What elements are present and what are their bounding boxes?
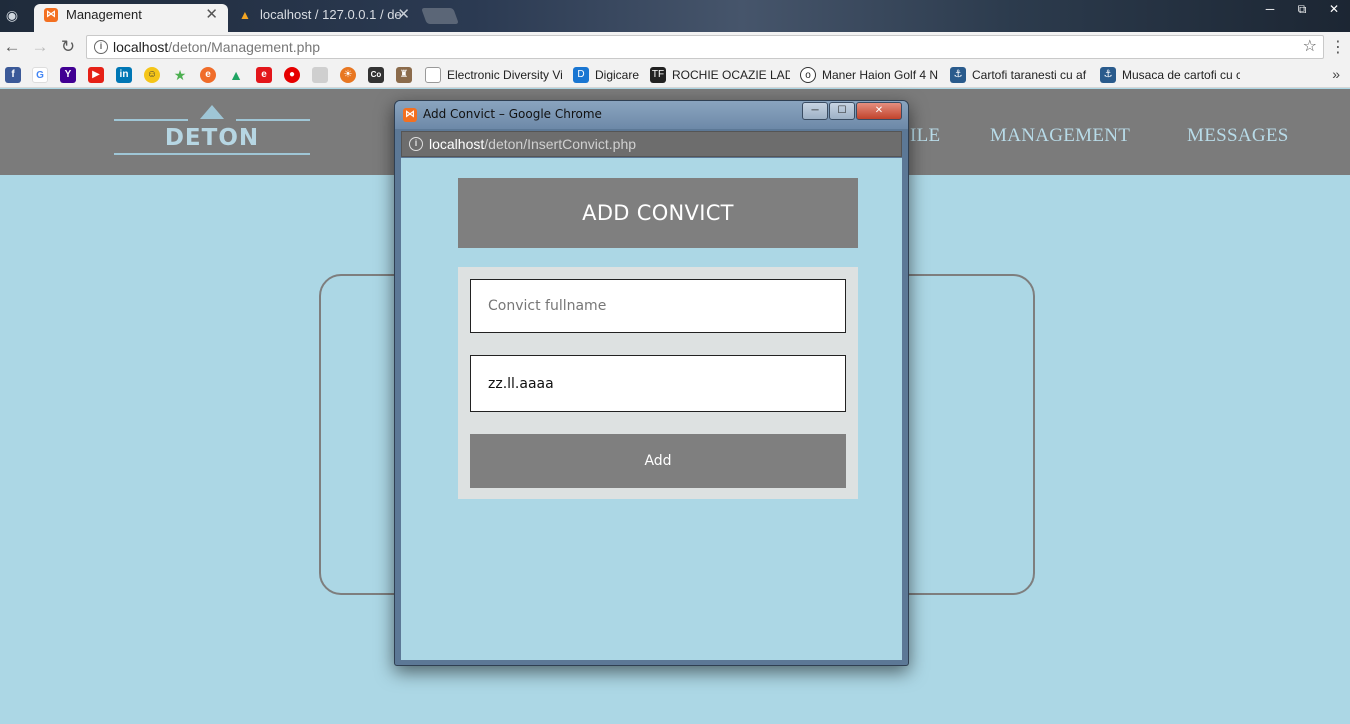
- phpmyadmin-icon: ▲: [239, 8, 251, 22]
- logo-line: [236, 119, 310, 121]
- convict-fullname-input[interactable]: [470, 279, 846, 333]
- new-tab-button[interactable]: [421, 8, 459, 24]
- sun-icon[interactable]: ☀: [340, 67, 356, 83]
- close-icon[interactable]: ✕: [205, 4, 218, 26]
- nav-management[interactable]: MANAGEMENT: [990, 125, 1130, 147]
- add-button[interactable]: Add: [470, 434, 846, 488]
- browser-toolbar: ← → ↻ i localhost/deton/Management.php ☆…: [0, 32, 1350, 62]
- chef-icon: ⚓: [1100, 67, 1116, 83]
- bookmarks-bar: f G Y ▶ in ☺ ★ e ▲ e ● ☀ Co ♜ Electronic…: [0, 62, 1350, 88]
- smiley-icon[interactable]: ☺: [144, 67, 160, 83]
- star-icon[interactable]: ☆: [1303, 36, 1317, 58]
- window-controls: ─ ⧉ ✕: [1254, 0, 1350, 20]
- forward-icon[interactable]: →: [30, 37, 50, 57]
- info-icon[interactable]: i: [94, 40, 108, 54]
- tab-title: Management: [66, 7, 142, 22]
- bookmark-maner[interactable]: o Maner Haion Golf 4 N: [800, 62, 940, 88]
- reload-icon[interactable]: ↻: [58, 37, 78, 57]
- address-bar[interactable]: i localhost/deton/Management.php ☆: [86, 35, 1324, 59]
- popup-titlebar[interactable]: ⋈ Add Convict – Google Chrome ─ ☐ ✕: [395, 101, 908, 129]
- add-convict-window: ⋈ Add Convict – Google Chrome ─ ☐ ✕ i lo…: [394, 100, 909, 666]
- close-icon[interactable]: ✕: [397, 4, 410, 26]
- info-icon[interactable]: i: [409, 137, 423, 151]
- facebook-icon[interactable]: f: [5, 67, 21, 83]
- youtube-icon[interactable]: ▶: [88, 67, 104, 83]
- form-title: ADD CONVICT: [458, 178, 858, 248]
- incognito-icon: ◉: [5, 7, 19, 23]
- bookmark-electronic[interactable]: Electronic Diversity Vi: [425, 62, 563, 88]
- logo-line: [114, 153, 310, 155]
- popup-address-bar[interactable]: i localhost/deton/InsertConvict.php: [401, 131, 902, 157]
- back-icon[interactable]: ←: [2, 37, 22, 57]
- yahoo-icon[interactable]: Y: [60, 67, 76, 83]
- bookmark-musaca[interactable]: ⚓ Musaca de cartofi cu c: [1100, 62, 1240, 88]
- popup-window-controls: ─ ☐ ✕: [801, 102, 902, 120]
- menu-icon[interactable]: ⋮: [1330, 37, 1346, 57]
- logo-text: DETON: [164, 125, 260, 151]
- document-icon[interactable]: [312, 67, 328, 83]
- maximize-icon[interactable]: ☐: [829, 102, 855, 120]
- tab-title: localhost / 127.0.0.1 / de: [260, 7, 402, 22]
- emag-icon[interactable]: e: [256, 67, 272, 83]
- logo-line: [114, 119, 188, 121]
- add-convict-form: Add: [458, 267, 858, 499]
- address-host: localhost: [113, 39, 169, 55]
- google-drive-icon[interactable]: ▲: [228, 67, 244, 83]
- popup-address-host: localhost: [429, 136, 485, 152]
- tab-management[interactable]: ⋈ Management ✕: [34, 4, 228, 32]
- tf-icon: TF: [650, 67, 666, 83]
- popup-content: ADD CONVICT Add: [401, 158, 902, 660]
- nav-profile[interactable]: ILE: [910, 125, 940, 147]
- popup-title: Add Convict – Google Chrome: [423, 107, 602, 121]
- minimize-icon[interactable]: ─: [1254, 0, 1286, 20]
- convict-date-input[interactable]: [470, 355, 846, 412]
- star-person-icon[interactable]: ★: [172, 67, 188, 83]
- popup-address-path: /deton/InsertConvict.php: [484, 136, 637, 152]
- digicare-icon: D: [573, 67, 589, 83]
- chevron-right-icon[interactable]: »: [1332, 66, 1340, 82]
- address-path: /deton/Management.php: [168, 39, 321, 55]
- mountain-icon: [200, 105, 224, 119]
- chef-icon: ⚓: [950, 67, 966, 83]
- bookmark-cartofi[interactable]: ⚓ Cartofi taranesti cu af: [950, 62, 1090, 88]
- bookmark-digicare[interactable]: D Digicare: [573, 62, 643, 88]
- tab-phpmyadmin[interactable]: ▲ localhost / 127.0.0.1 / de ✕: [228, 4, 420, 32]
- xampp-icon: ⋈: [44, 8, 58, 22]
- co-icon[interactable]: Co: [368, 67, 384, 83]
- document-icon: [425, 67, 441, 83]
- castle-icon[interactable]: ♜: [396, 67, 412, 83]
- minimize-icon[interactable]: ─: [802, 102, 828, 120]
- xampp-icon: ⋈: [403, 108, 417, 122]
- site-logo[interactable]: DETON: [114, 105, 310, 157]
- google-icon[interactable]: G: [32, 67, 48, 83]
- bookmark-rochie[interactable]: TF ROCHIE OCAZIE LADY: [650, 62, 790, 88]
- tab-strip: ◉ ⋈ Management ✕ ▲ localhost / 127.0.0.1…: [0, 0, 1350, 32]
- restore-icon[interactable]: ⧉: [1286, 0, 1318, 20]
- orange-circle-icon[interactable]: e: [200, 67, 216, 83]
- nav-messages[interactable]: MESSAGES: [1187, 125, 1289, 147]
- vodafone-icon[interactable]: ●: [284, 67, 300, 83]
- olx-icon: o: [800, 67, 816, 83]
- close-icon[interactable]: ✕: [856, 102, 902, 120]
- close-icon[interactable]: ✕: [1318, 0, 1350, 20]
- linkedin-icon[interactable]: in: [116, 67, 132, 83]
